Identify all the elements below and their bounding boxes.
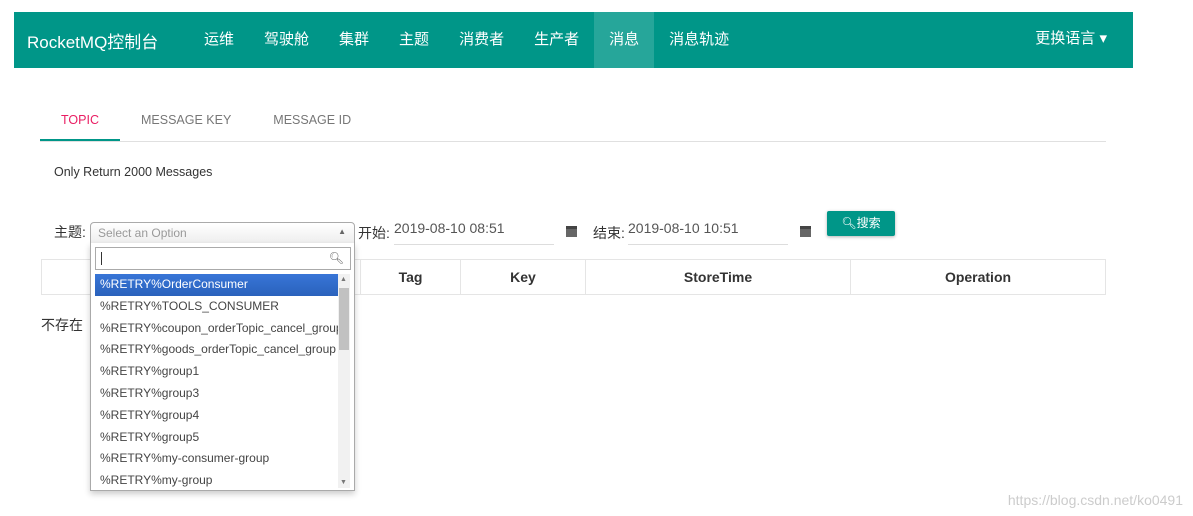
dropdown-option[interactable]: %RETRY%TOOLS_CONSUMER (95, 296, 338, 318)
search-icon: 🔍︎ (841, 216, 857, 230)
dropdown-option[interactable]: %RETRY%group4 (95, 405, 338, 427)
tab-message-id[interactable]: MESSAGE ID (252, 100, 372, 141)
dropdown-option[interactable]: %RETRY%my-group (95, 470, 338, 492)
scrollbar[interactable]: ▲ ▼ (338, 274, 350, 488)
empty-message: 不存在 (41, 317, 83, 333)
topic-placeholder: Select an Option (98, 226, 187, 240)
calendar-icon[interactable] (800, 226, 811, 237)
dropdown-option[interactable]: %RETRY%group1 (95, 361, 338, 383)
dropdown-option[interactable]: %RETRY%goods_orderTopic_cancel_group (95, 339, 338, 361)
tab-message-key[interactable]: MESSAGE KEY (120, 100, 252, 141)
topic-label: 主题: (54, 224, 86, 240)
nav-ops[interactable]: 运维 (189, 12, 249, 68)
watermark: https://blog.csdn.net/ko0491 (1007, 492, 1183, 508)
search-icon: 🔍︎ (328, 251, 344, 265)
col-header-tag: Tag (360, 259, 461, 295)
search-button[interactable]: 🔍︎搜索 (827, 211, 895, 236)
search-tabs: TOPIC MESSAGE KEY MESSAGE ID (40, 100, 1106, 142)
dropdown-option[interactable]: %RETRY%group5 (95, 427, 338, 449)
end-date-input[interactable]: 2019-08-10 10:51 (628, 220, 788, 245)
nav-message-trace[interactable]: 消息轨迹 (654, 12, 744, 68)
dropdown-option[interactable]: %RETRY%OrderConsumer (95, 274, 338, 296)
calendar-icon[interactable] (566, 226, 577, 237)
dropdown-option[interactable]: %RETRY%group3 (95, 383, 338, 405)
nav-topic[interactable]: 主题 (384, 12, 444, 68)
nav-consumer[interactable]: 消费者 (444, 12, 519, 68)
nav-message[interactable]: 消息 (594, 12, 655, 68)
dropdown-option[interactable]: %RETRY%coupon_orderTopic_cancel_group (95, 318, 338, 340)
topic-select[interactable]: Select an Option ▲ (90, 222, 355, 244)
nav-producer[interactable]: 生产者 (519, 12, 594, 68)
top-navbar: RocketMQ控制台 运维 驾驶舱 集群 主题 消费者 生产者 消息 消息轨迹… (14, 12, 1133, 68)
col-header-storetime: StoreTime (585, 259, 851, 295)
dropdown-search-input[interactable]: 🔍︎ (95, 247, 351, 270)
start-label: 开始: (358, 225, 390, 241)
limit-note: Only Return 2000 Messages (54, 165, 213, 179)
topic-dropdown: 🔍︎ %RETRY%OrderConsumer %RETRY%TOOLS_CONS… (90, 243, 355, 491)
dropdown-option[interactable]: %RETRY%my-consumer-group (95, 448, 338, 470)
tab-topic[interactable]: TOPIC (40, 100, 120, 141)
option-list: %RETRY%OrderConsumer %RETRY%TOOLS_CONSUME… (95, 274, 338, 492)
arrow-up-icon: ▲ (338, 227, 346, 236)
col-header-operation: Operation (850, 259, 1106, 295)
start-date-input[interactable]: 2019-08-10 08:51 (394, 220, 554, 245)
end-label: 结束: (593, 225, 625, 241)
nav-dashboard[interactable]: 驾驶舱 (249, 12, 324, 68)
language-dropdown[interactable]: 更换语言 ▾ (1035, 12, 1107, 66)
brand[interactable]: RocketMQ控制台 (27, 28, 189, 53)
nav-cluster[interactable]: 集群 (324, 12, 384, 68)
col-header-key: Key (460, 259, 586, 295)
